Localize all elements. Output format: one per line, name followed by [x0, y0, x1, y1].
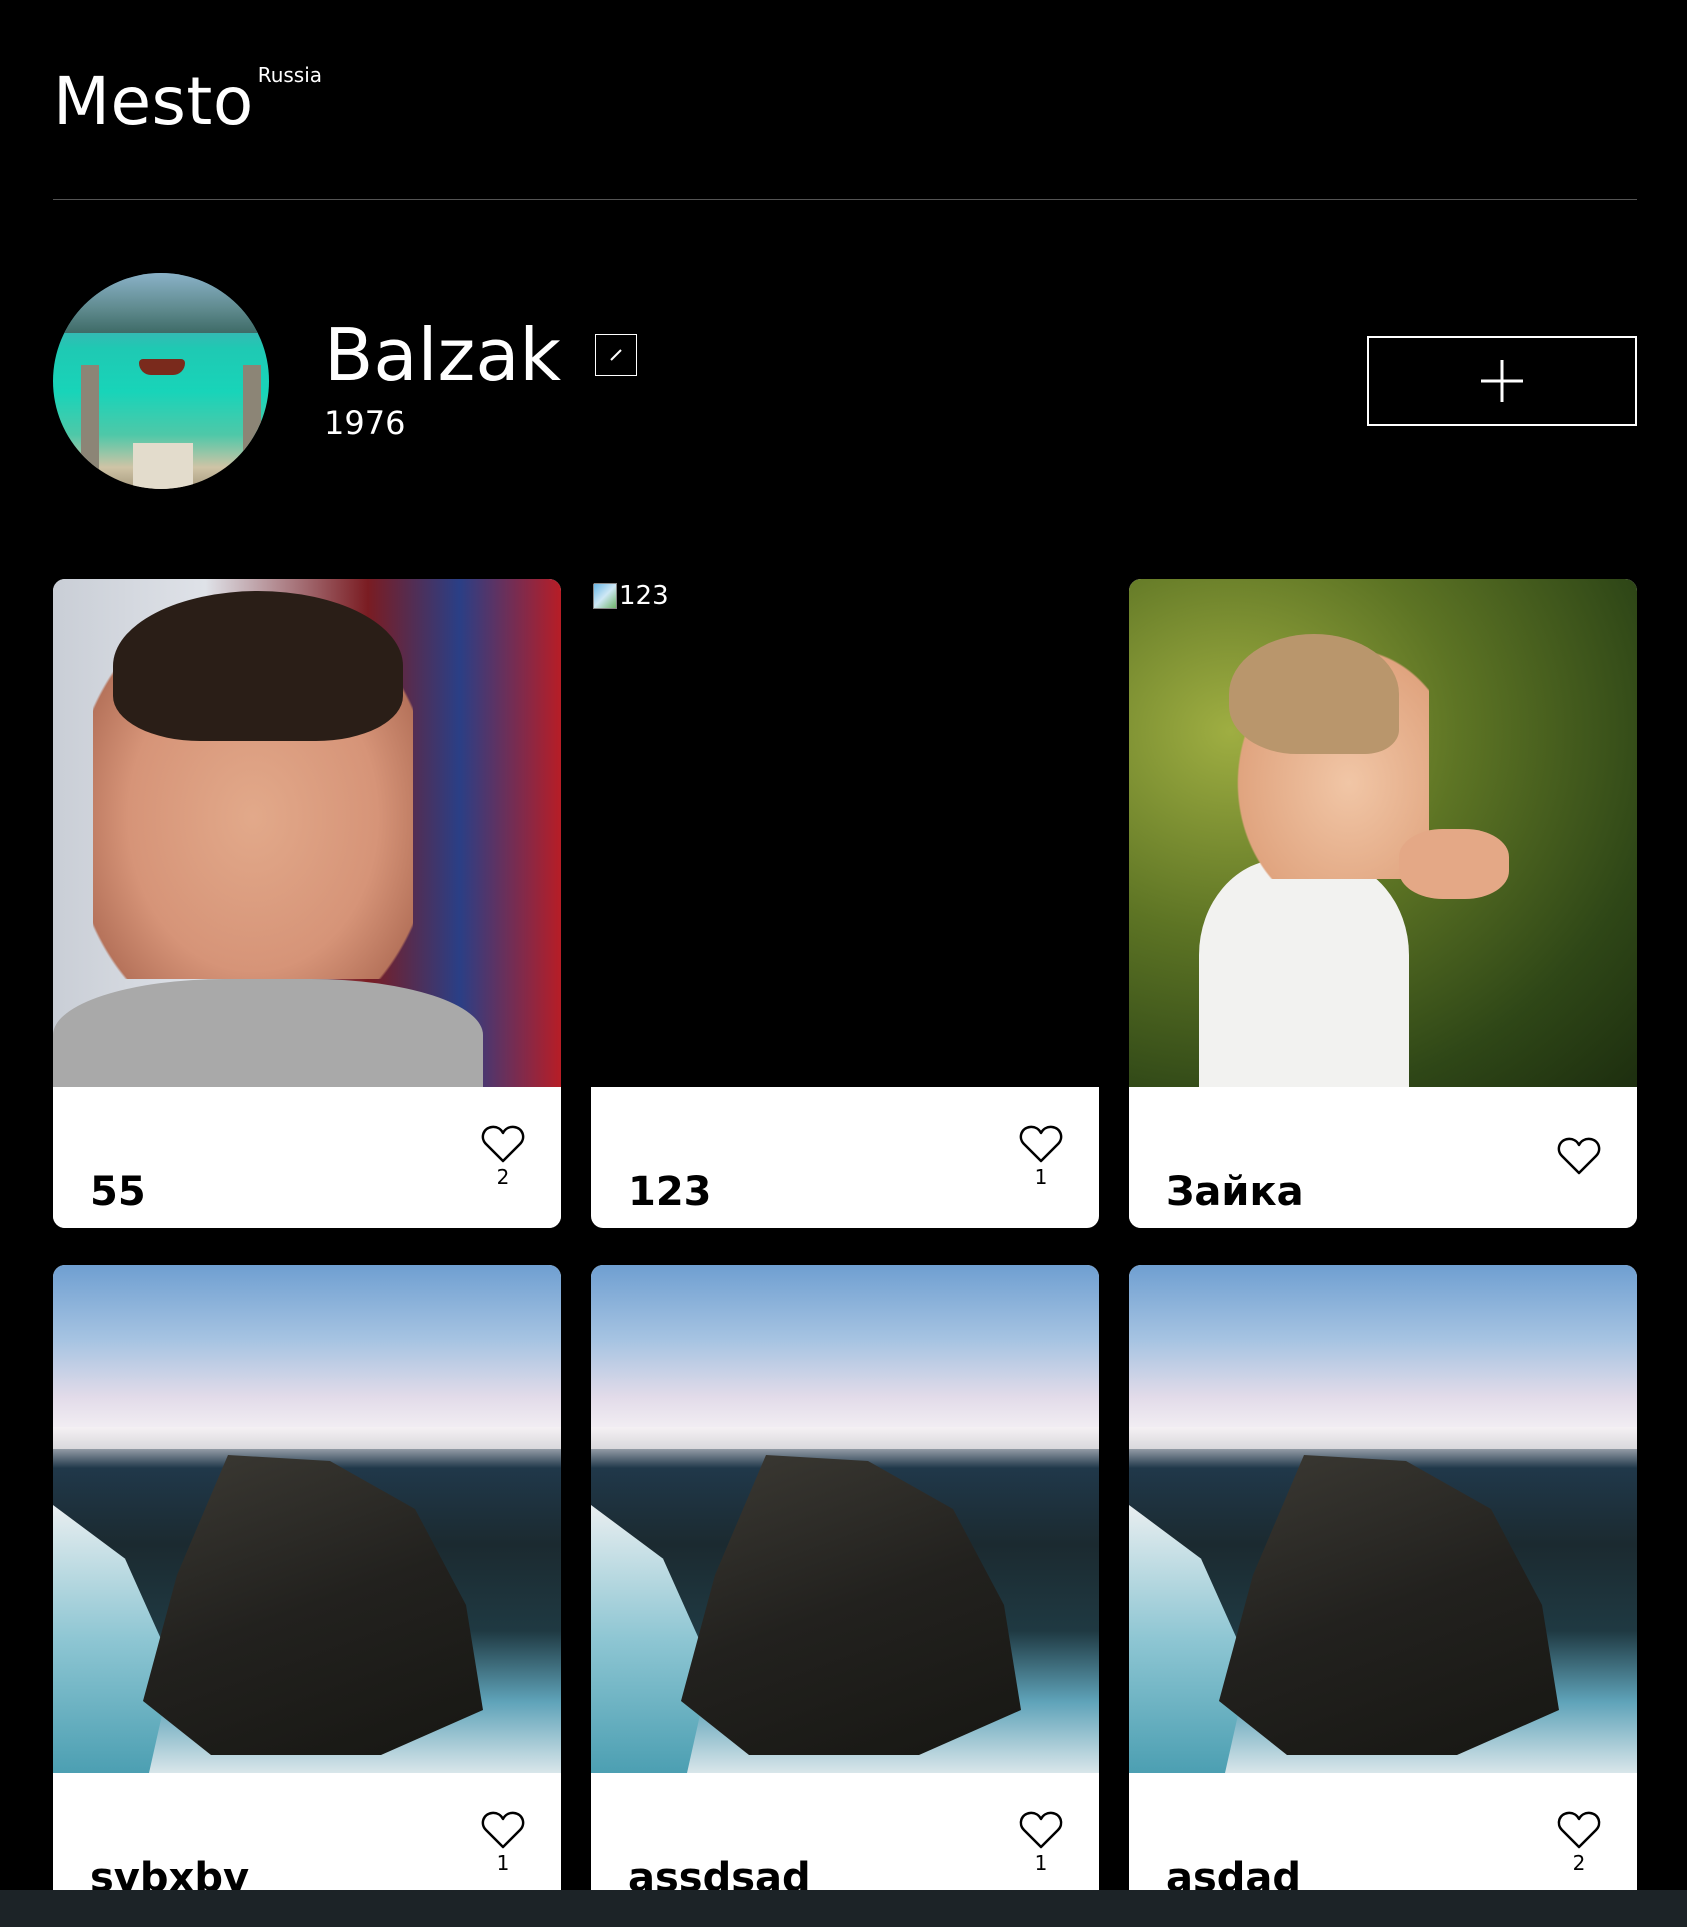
header: Mesto Russia: [53, 0, 1637, 200]
profile-name-row: Balzak: [324, 313, 638, 397]
like-group: [1557, 1137, 1601, 1177]
card-footer: 55 2: [53, 1087, 561, 1228]
like-count: 2: [1572, 1851, 1586, 1875]
heart-icon: [1019, 1125, 1063, 1163]
like-count: 1: [1034, 1165, 1048, 1189]
pencil-icon: [610, 349, 622, 361]
broken-image-icon: [593, 583, 617, 609]
like-group: 1: [1019, 1811, 1063, 1875]
profile-about: 1976: [324, 404, 406, 442]
card-image[interactable]: [1129, 1265, 1637, 1773]
card-footer: Зайка: [1129, 1087, 1637, 1228]
card-image[interactable]: [53, 579, 561, 1087]
card-footer: 123 1: [591, 1087, 1099, 1228]
like-button[interactable]: [1557, 1137, 1601, 1175]
image-hands: [1399, 829, 1509, 899]
logo: Mesto Russia: [53, 64, 322, 140]
like-group: 1: [1019, 1125, 1063, 1189]
avatar-path: [133, 443, 193, 489]
image-snowline: [53, 1427, 561, 1449]
like-count: 2: [496, 1165, 510, 1189]
plus-icon: [1481, 360, 1523, 402]
image-snowline: [591, 1427, 1099, 1449]
like-button[interactable]: [481, 1125, 525, 1163]
card: asdad 2: [1129, 1265, 1637, 1914]
avatar-mountains: [53, 273, 269, 333]
profile: Balzak 1976: [53, 273, 1637, 489]
avatar-boat: [139, 359, 185, 375]
card-title: 123: [628, 1169, 712, 1216]
like-button[interactable]: [1019, 1811, 1063, 1849]
image-rock: [143, 1455, 483, 1755]
avatar[interactable]: [53, 273, 269, 489]
image-alt: 123: [593, 581, 669, 611]
card: svbxbv 1: [53, 1265, 561, 1914]
image-ice: [591, 1505, 711, 1773]
card-title: 55: [90, 1169, 146, 1216]
card-title: Зайка: [1166, 1169, 1304, 1216]
image-hair: [113, 591, 403, 741]
image-rock: [681, 1455, 1021, 1755]
like-count: 1: [496, 1851, 510, 1875]
heart-icon: [1557, 1137, 1601, 1175]
profile-name: Balzak: [324, 313, 562, 397]
card-image[interactable]: [1129, 579, 1637, 1087]
logo-superscript: Russia: [257, 63, 323, 87]
heart-icon: [481, 1125, 525, 1163]
heart-icon: [481, 1811, 525, 1849]
image-shirt: [1199, 859, 1409, 1087]
like-button[interactable]: [1019, 1125, 1063, 1163]
avatar-pillar-right: [243, 365, 261, 475]
page: Mesto Russia Balzak 1976 55 2 123 123 1 …: [0, 0, 1687, 1927]
heart-icon: [1019, 1811, 1063, 1849]
like-group: 2: [481, 1125, 525, 1189]
heart-icon: [1557, 1811, 1601, 1849]
image-snowline: [1129, 1427, 1637, 1449]
card: 123 123 1: [591, 579, 1099, 1228]
edit-profile-button[interactable]: [595, 334, 638, 376]
card-image[interactable]: [591, 1265, 1099, 1773]
header-divider: [53, 199, 1637, 200]
card: assdsad 1: [591, 1265, 1099, 1914]
image-ice: [53, 1505, 173, 1773]
image-hair: [1229, 634, 1399, 754]
like-group: 1: [481, 1811, 525, 1875]
card-image[interactable]: [53, 1265, 561, 1773]
add-card-button[interactable]: [1367, 336, 1637, 426]
like-button[interactable]: [1557, 1811, 1601, 1849]
profile-info: Balzak 1976: [324, 313, 638, 442]
like-group: 2: [1557, 1811, 1601, 1875]
image-rock: [1219, 1455, 1559, 1755]
card: Зайка: [1129, 579, 1637, 1228]
avatar-pillar-left: [81, 365, 99, 475]
image-hoodie: [53, 979, 483, 1087]
card: 55 2: [53, 579, 561, 1228]
image-ice: [1129, 1505, 1249, 1773]
image-alt-text: 123: [619, 581, 669, 611]
logo-text: Mesto: [53, 63, 254, 140]
like-button[interactable]: [481, 1811, 525, 1849]
card-image-broken[interactable]: 123: [591, 579, 1099, 1087]
bottom-bar: [0, 1890, 1687, 1927]
like-count: 1: [1034, 1851, 1048, 1875]
